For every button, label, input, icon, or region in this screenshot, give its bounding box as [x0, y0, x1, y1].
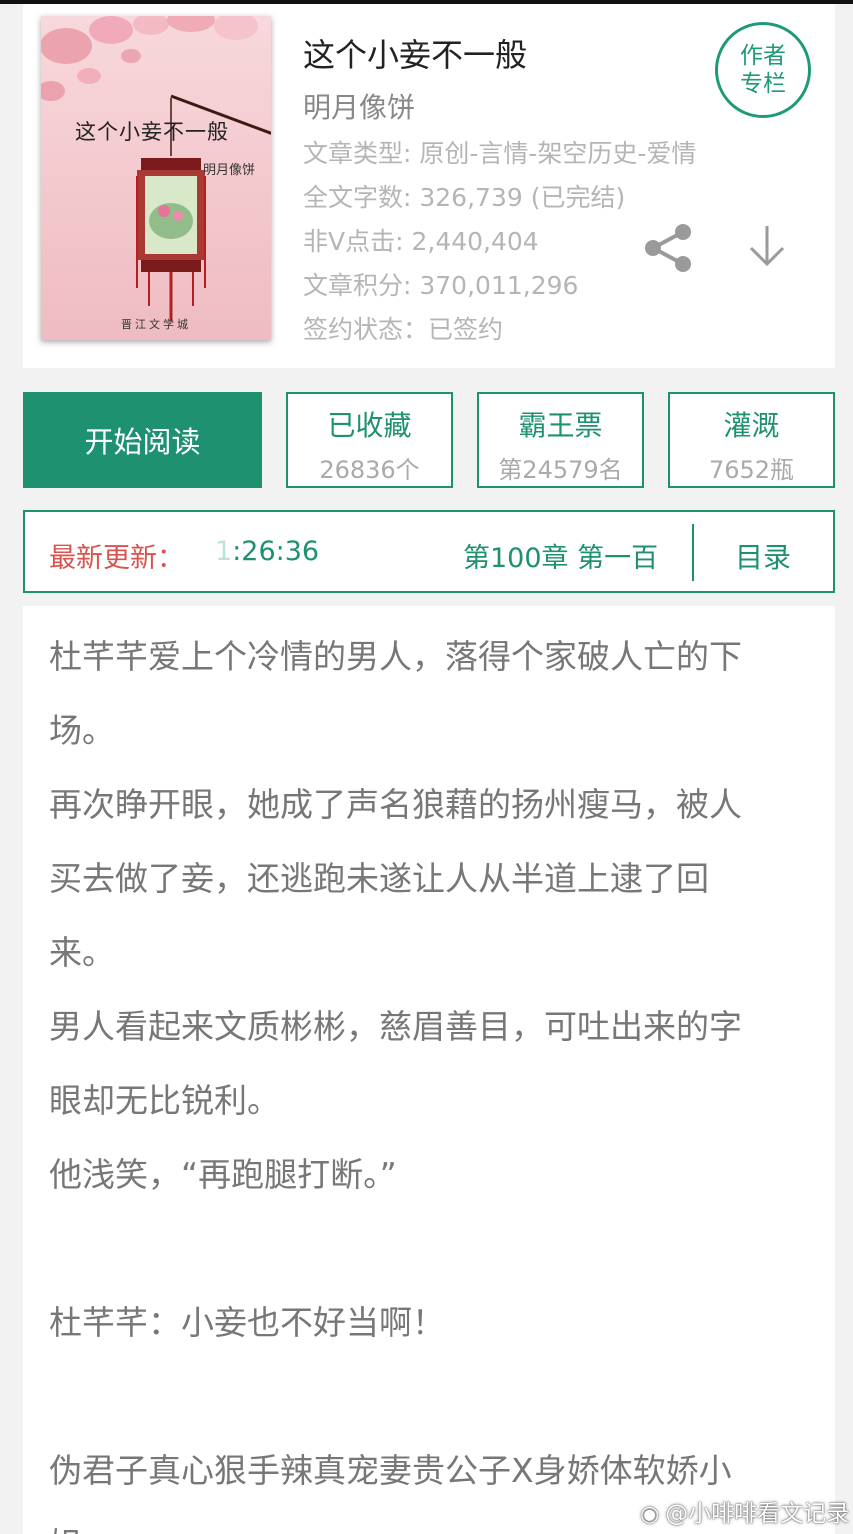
book-header-card: 这个小妾不一般 明月像饼 晋江文学城 这个小妾不一般 明月像饼 文章类型: 原创…: [23, 4, 835, 368]
nutrient-count: 7652瓶: [708, 456, 795, 484]
synopsis-blank-line: [49, 1212, 809, 1286]
author-column-label-2: 专栏: [740, 71, 786, 97]
nutrient-label: 灌溉: [723, 409, 780, 442]
info-genre: 文章类型: 原创-言情-架空历史-爱情: [303, 139, 697, 168]
author-column-button[interactable]: 作者 专栏: [715, 22, 811, 118]
author-column-label-1: 作者: [740, 43, 786, 69]
cover-author: 明月像饼: [203, 163, 256, 178]
share-icon[interactable]: [641, 222, 697, 278]
divider: [692, 524, 694, 581]
cover-illustration: [41, 16, 271, 321]
info-contract: 签约状态：已签约: [303, 315, 504, 344]
cover-title: 这个小妾不一般: [75, 120, 229, 144]
info-word-count: 全文字数: 326,739 (已完结): [303, 183, 626, 212]
synopsis-line: 场。: [49, 711, 115, 750]
vote-label: 霸王票: [518, 409, 603, 442]
synopsis-line: 眼却无比锐利。: [49, 1081, 280, 1120]
book-title: 这个小妾不一般: [303, 36, 528, 74]
synopsis-blank-line: [49, 1360, 809, 1434]
book-cover[interactable]: 这个小妾不一般 明月像饼 晋江文学城: [41, 16, 271, 340]
synopsis: 杜芊芊爱上个冷情的男人，落得个家破人亡的下 场。 再次睁开眼，她成了声名狼藉的扬…: [23, 606, 835, 1534]
synopsis-line: 杜芊芊：小妾也不好当啊！: [49, 1303, 445, 1342]
latest-chapter-link[interactable]: 第100章 第一百: [463, 536, 691, 575]
favorite-label: 已收藏: [327, 409, 412, 442]
synopsis-line: 再次睁开眼，她成了声名狼藉的扬州瘦马，被人: [49, 785, 742, 824]
synopsis-line: 杜芊芊爱上个冷情的男人，落得个家破人亡的下: [49, 637, 742, 676]
book-author-link[interactable]: 明月像饼: [303, 86, 415, 126]
latest-update-time-prefix: 1: [215, 536, 233, 567]
weibo-watermark: ◉ @小啡啡看文记录: [640, 1494, 849, 1528]
synopsis-line: 买去做了妾，还逃跑未遂让人从半道上逮了回: [49, 859, 709, 898]
synopsis-line: 男人看起来文质彬彬，慈眉善目，可吐出来的字: [49, 1007, 742, 1046]
watermark-text: @小啡啡看文记录: [665, 1501, 850, 1527]
cover-publisher: 晋江文学城: [121, 318, 191, 331]
nutrient-button[interactable]: 灌溉 7652瓶: [668, 392, 835, 488]
download-arrow-icon[interactable]: [745, 222, 789, 270]
synopsis-line: 来。: [49, 933, 115, 972]
favorite-button[interactable]: 已收藏 26836个: [286, 392, 453, 488]
info-score: 文章积分: 370,011,296: [303, 271, 579, 300]
latest-update-bar[interactable]: 最新更新： 1:26:36 第100章 第一百 目录: [23, 510, 835, 593]
overlord-vote-button[interactable]: 霸王票 第24579名: [477, 392, 644, 488]
vote-rank: 第24579名: [498, 456, 623, 484]
weibo-logo-icon: ◉: [640, 1502, 660, 1527]
favorite-count: 26836个: [319, 456, 420, 484]
info-clicks: 非Ⅴ点击: 2,440,404: [303, 227, 539, 256]
synopsis-line: 他浅笑，“再跑腿打断。”: [49, 1155, 397, 1194]
table-of-contents-link[interactable]: 目录: [735, 536, 791, 576]
latest-update-time-value: :26:36: [232, 536, 320, 567]
latest-update-time: 1:26:36: [215, 536, 319, 567]
start-reading-button[interactable]: 开始阅读: [23, 392, 262, 488]
latest-update-label: 最新更新：: [49, 543, 184, 574]
